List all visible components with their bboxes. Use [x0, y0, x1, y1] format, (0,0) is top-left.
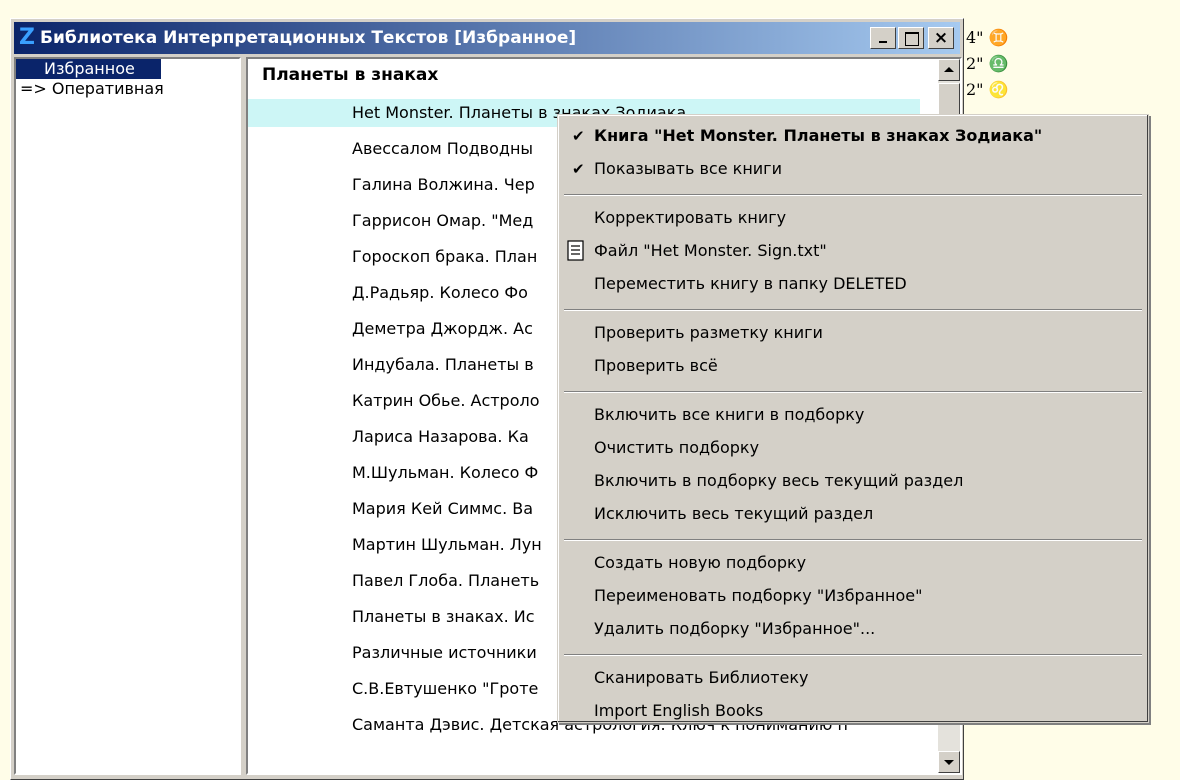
context-menu-item-label: Проверить разметку книги: [594, 323, 823, 342]
minimize-button[interactable]: [870, 27, 896, 49]
context-menu-item-label: Включить все книги в подборку: [594, 405, 865, 424]
context-menu-item[interactable]: Import English Books: [558, 696, 1148, 726]
title-bar[interactable]: Z Библиотека Интерпретационных Текстов […: [14, 22, 960, 54]
context-menu-item-label: Сканировать Библиотеку: [594, 668, 809, 687]
menu-separator: [564, 391, 1142, 393]
chart-degree-label: 2" ♎: [966, 54, 1009, 73]
context-menu-item-label: Import English Books: [594, 701, 764, 720]
text-file-icon: [567, 240, 584, 261]
context-menu-item-label: Исключить весь текущий раздел: [594, 504, 874, 523]
chart-degree-label: 2" ♌: [966, 80, 1009, 99]
context-menu-item-label: Включить в подборку весь текущий раздел: [594, 471, 964, 490]
context-menu-item-label: Файл "Het Monster. Sign.txt": [594, 241, 827, 260]
context-menu-item[interactable]: Создать новую подборку: [558, 548, 1148, 578]
menu-separator: [564, 539, 1142, 541]
context-menu-item[interactable]: Корректировать книгу: [558, 203, 1148, 233]
context-menu-item[interactable]: Включить в подборку весь текущий раздел: [558, 466, 1148, 496]
context-menu-item[interactable]: Проверить разметку книги: [558, 318, 1148, 348]
context-menu-item[interactable]: Исключить весь текущий раздел: [558, 499, 1148, 529]
folder-list: Избранное => Оперативная: [14, 57, 241, 775]
context-menu-item-label: Проверить всё: [594, 356, 718, 375]
context-menu-item[interactable]: Очистить подборку: [558, 433, 1148, 463]
context-menu-item-label: Очистить подборку: [594, 438, 760, 457]
menu-separator: [564, 309, 1142, 311]
context-menu-item-label: Создать новую подборку: [594, 553, 807, 572]
checkmark-icon: ✔: [572, 127, 585, 145]
context-menu-item[interactable]: ✔ Книга "Het Monster. Планеты в знаках Зо…: [558, 121, 1148, 151]
context-menu-item[interactable]: Удалить подборку "Избранное"...: [558, 614, 1148, 644]
folder-item[interactable]: => Оперативная: [16, 79, 239, 99]
folder-item[interactable]: Избранное: [16, 59, 161, 79]
context-menu-item[interactable]: Проверить всё: [558, 351, 1148, 381]
context-menu-item-label: Удалить подборку "Избранное"...: [594, 619, 876, 638]
context-menu-item[interactable]: Включить все книги в подборку: [558, 400, 1148, 430]
context-menu-item-label: Показывать все книги: [594, 159, 782, 178]
context-menu-item[interactable]: Файл "Het Monster. Sign.txt": [558, 236, 1148, 266]
context-menu-item[interactable]: Переименовать подборку "Избранное": [558, 581, 1148, 611]
context-menu-item-label: Корректировать книгу: [594, 208, 787, 227]
menu-separator: [564, 654, 1142, 656]
close-button[interactable]: ×: [928, 27, 954, 49]
menu-separator: [564, 194, 1142, 196]
chart-degree-label: 4" ♊: [966, 28, 1009, 47]
checkmark-icon: ✔: [572, 160, 585, 178]
scroll-up-button[interactable]: [938, 59, 960, 81]
context-menu: ✔ Книга "Het Monster. Планеты в знаках Зо…: [557, 114, 1149, 723]
context-menu-item[interactable]: ✔ Показывать все книги: [558, 154, 1148, 184]
window-title: Библиотека Интерпретационных Текстов [Из…: [40, 28, 577, 48]
maximize-button[interactable]: [898, 27, 924, 49]
context-menu-item[interactable]: Сканировать Библиотеку: [558, 663, 1148, 693]
context-menu-item-label: Переименовать подборку "Избранное": [594, 586, 923, 605]
app-logo-icon: Z: [19, 25, 35, 50]
context-menu-item-label: Книга "Het Monster. Планеты в знаках Зод…: [594, 126, 1043, 145]
scroll-down-button[interactable]: [938, 751, 960, 773]
context-menu-item-label: Переместить книгу в папку DELETED: [594, 274, 907, 293]
section-header: Планеты в знаках: [262, 65, 439, 85]
context-menu-item[interactable]: Переместить книгу в папку DELETED: [558, 269, 1148, 299]
